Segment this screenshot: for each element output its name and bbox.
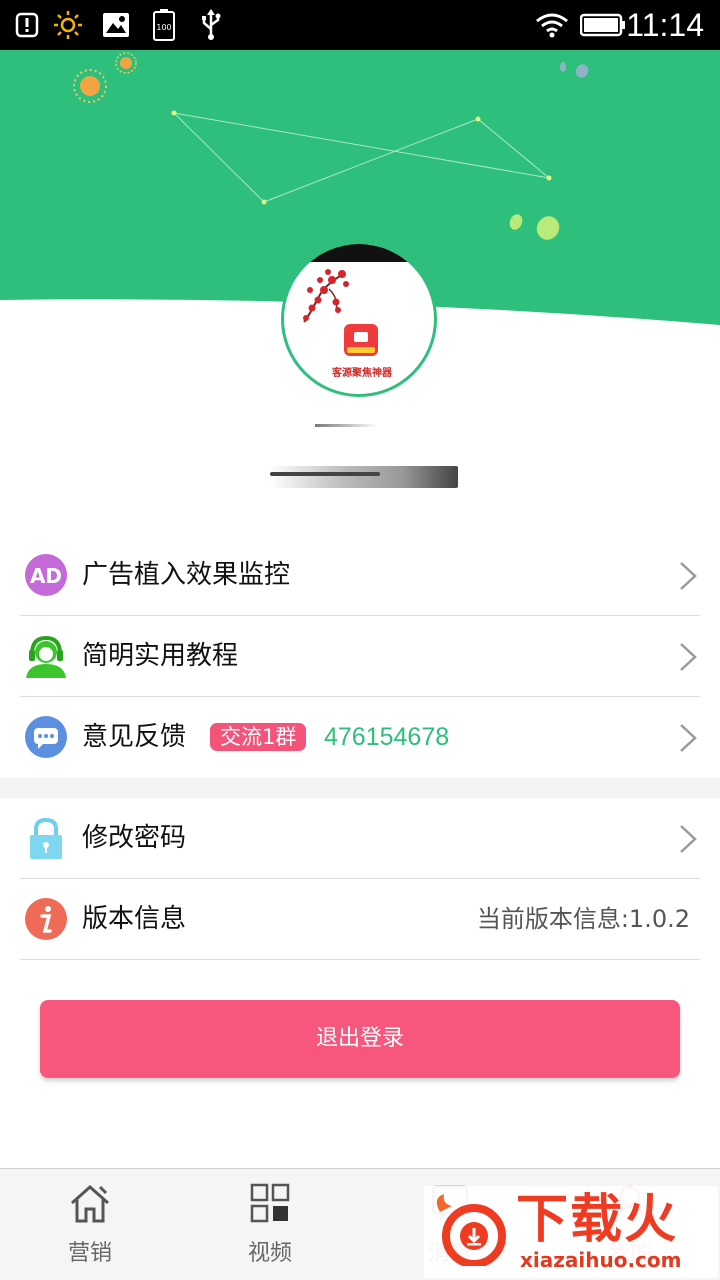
brightness-icon (52, 8, 84, 42)
divider (20, 959, 700, 960)
alert-icon (14, 8, 40, 42)
qq-group-number[interactable]: 476154678 (324, 697, 449, 778)
ad-icon: AD (24, 553, 68, 597)
status-bar: 100 11:14 (0, 0, 720, 50)
menu-item-change-password[interactable]: 修改密码 (0, 798, 720, 879)
menu-item-tutorial[interactable]: 简明实用教程 (0, 616, 720, 697)
wifi-icon (534, 8, 570, 42)
support-headset-icon (24, 634, 68, 678)
section-gap (0, 778, 720, 798)
app-logo-name: 客源聚焦神器 (332, 368, 392, 379)
logout-button[interactable]: 退出登录 (40, 1000, 680, 1078)
app-logo-icon (344, 324, 378, 356)
menu-item-version[interactable]: 版本信息 当前版本信息:1.0.2 (0, 879, 720, 960)
svg-text:AD: AD (30, 564, 62, 588)
svg-text:100: 100 (156, 23, 171, 32)
blurred-username (315, 424, 377, 427)
menu-label: 广告植入效果监控 (82, 560, 291, 590)
watermark-overlay: 下载火 xiazaihuo.com (424, 1186, 718, 1278)
menu-item-feedback[interactable]: 意见反馈 交流1群 476154678 (0, 697, 720, 778)
chevron-right-icon (678, 561, 698, 591)
menu-label: 意见反馈 (82, 722, 187, 752)
nav-tab-marketing[interactable]: 营销 (0, 1169, 180, 1280)
chat-bubble-icon (24, 715, 68, 759)
menu-label: 简明实用教程 (82, 641, 239, 671)
version-value: 当前版本信息:1.0.2 (476, 905, 690, 933)
menu-label: 修改密码 (82, 823, 187, 853)
nav-label: 营销 (67, 1241, 112, 1266)
grid-icon (248, 1181, 292, 1225)
menu-item-ad-monitor[interactable]: AD 广告植入效果监控 (0, 535, 720, 616)
flame-logo-icon (430, 1194, 510, 1268)
menu-label: 版本信息 (82, 904, 187, 934)
avatar-image: 客源聚焦神器 (284, 244, 434, 394)
battery-100-icon: 100 (152, 8, 176, 42)
nav-tab-video[interactable]: 视频 (180, 1169, 360, 1280)
chevron-right-icon (678, 642, 698, 672)
chevron-right-icon (678, 824, 698, 854)
home-icon (68, 1181, 112, 1225)
group-badge: 交流1群 (210, 723, 307, 751)
blurred-account-info (270, 466, 458, 488)
nav-label: 视频 (247, 1241, 292, 1266)
chevron-right-icon (678, 723, 698, 753)
watermark-url: xiazaihuo.com (520, 1248, 682, 1272)
lock-icon (24, 816, 68, 860)
watermark-brand: 下载火 (516, 1190, 679, 1250)
status-time: 11:14 (626, 7, 704, 43)
avatar[interactable]: 客源聚焦神器 (281, 241, 437, 397)
usb-icon (198, 8, 224, 42)
image-icon (102, 8, 130, 42)
battery-icon (580, 8, 626, 42)
info-icon (24, 897, 68, 941)
